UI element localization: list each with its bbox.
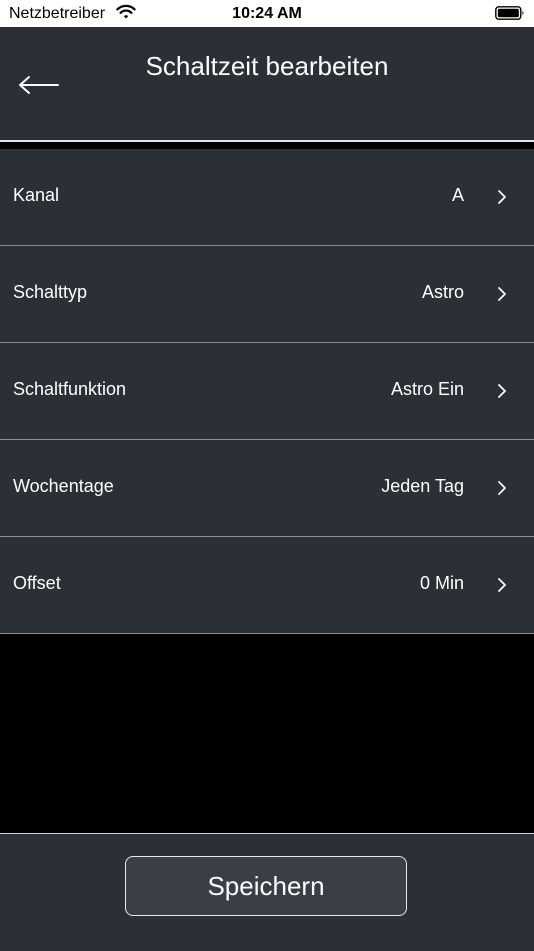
save-button[interactable]: Speichern bbox=[125, 856, 407, 916]
setting-row-wochentage[interactable]: Wochentage Jeden Tag bbox=[0, 440, 534, 537]
setting-row-schaltfunktion[interactable]: Schaltfunktion Astro Ein bbox=[0, 343, 534, 440]
setting-label: Wochentage bbox=[13, 476, 114, 496]
battery-icon bbox=[495, 6, 525, 20]
setting-row-kanal[interactable]: Kanal A bbox=[0, 149, 534, 246]
chevron-right-icon bbox=[496, 479, 508, 497]
clock: 10:24 AM bbox=[232, 5, 302, 22]
setting-value: 0 Min bbox=[419, 573, 464, 593]
setting-label: Schalttyp bbox=[13, 282, 88, 302]
setting-row-schalttyp[interactable]: Schalttyp Astro bbox=[0, 246, 534, 343]
chevron-right-icon bbox=[496, 382, 508, 400]
chevron-right-icon bbox=[496, 576, 508, 594]
setting-label: Offset bbox=[13, 573, 61, 593]
setting-value: Jeden Tag bbox=[381, 476, 464, 496]
header-divider bbox=[0, 140, 534, 142]
setting-value: Astro bbox=[421, 282, 464, 302]
footer-bar: Speichern bbox=[0, 833, 534, 951]
setting-label: Kanal bbox=[13, 185, 60, 205]
setting-row-offset[interactable]: Offset 0 Min bbox=[0, 537, 534, 634]
page-title: Schaltzeit bearbeiten bbox=[145, 51, 389, 81]
setting-value: A bbox=[451, 185, 464, 205]
setting-value: Astro Ein bbox=[390, 379, 464, 399]
setting-label: Schaltfunktion bbox=[13, 379, 127, 399]
settings-list: Kanal A Schalttyp Astro Schaltfunktion A… bbox=[0, 149, 534, 634]
chevron-right-icon bbox=[496, 188, 508, 206]
chevron-right-icon bbox=[496, 285, 508, 303]
header-bar: Schaltzeit bearbeiten bbox=[0, 27, 534, 140]
status-bar: Netzbetreiber 10:24 AM bbox=[0, 0, 534, 27]
